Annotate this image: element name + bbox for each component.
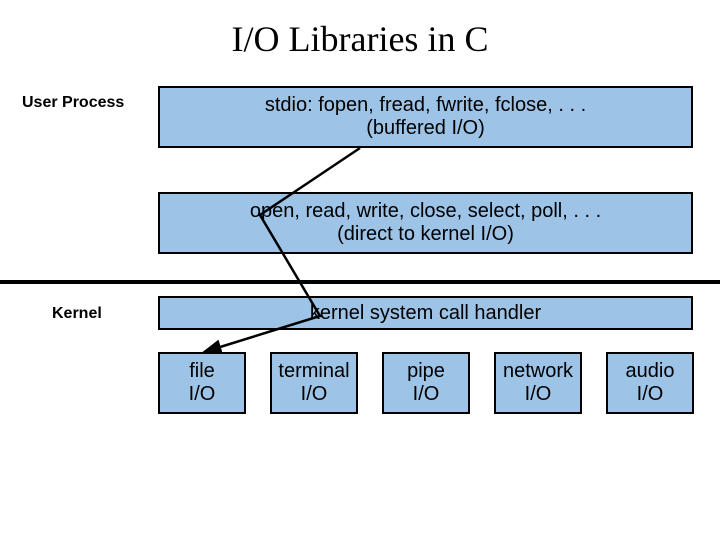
box-pipe-io: pipe I/O: [382, 352, 470, 414]
box-network-io-l1: network: [503, 360, 573, 383]
box-file-io-l1: file: [189, 360, 215, 383]
box-kernel-handler-text: kernel system call handler: [310, 302, 541, 325]
diagram-stage: I/O Libraries in C User Process stdio: f…: [0, 0, 720, 540]
box-stdio-line2: (buffered I/O): [366, 117, 485, 140]
box-syscalls: open, read, write, close, select, poll, …: [158, 192, 693, 254]
box-syscalls-line2: (direct to kernel I/O): [337, 223, 514, 246]
box-stdio-line1: stdio: fopen, fread, fwrite, fclose, . .…: [265, 94, 586, 117]
label-kernel: Kernel: [52, 305, 102, 323]
label-user-process: User Process: [22, 94, 124, 112]
box-file-io: file I/O: [158, 352, 246, 414]
box-audio-io: audio I/O: [606, 352, 694, 414]
box-pipe-io-l1: pipe: [407, 360, 445, 383]
box-syscalls-line1: open, read, write, close, select, poll, …: [250, 200, 601, 223]
box-file-io-l2: I/O: [189, 383, 216, 406]
box-kernel-handler: kernel system call handler: [158, 296, 693, 330]
arrows: [0, 0, 720, 540]
box-audio-io-l1: audio: [626, 360, 675, 383]
box-terminal-io-l1: terminal: [278, 360, 349, 383]
box-terminal-io: terminal I/O: [270, 352, 358, 414]
box-network-io: network I/O: [494, 352, 582, 414]
box-terminal-io-l2: I/O: [301, 383, 328, 406]
page-title: I/O Libraries in C: [0, 18, 720, 60]
box-pipe-io-l2: I/O: [413, 383, 440, 406]
box-audio-io-l2: I/O: [637, 383, 664, 406]
box-stdio: stdio: fopen, fread, fwrite, fclose, . .…: [158, 86, 693, 148]
box-network-io-l2: I/O: [525, 383, 552, 406]
divider: [0, 280, 720, 284]
